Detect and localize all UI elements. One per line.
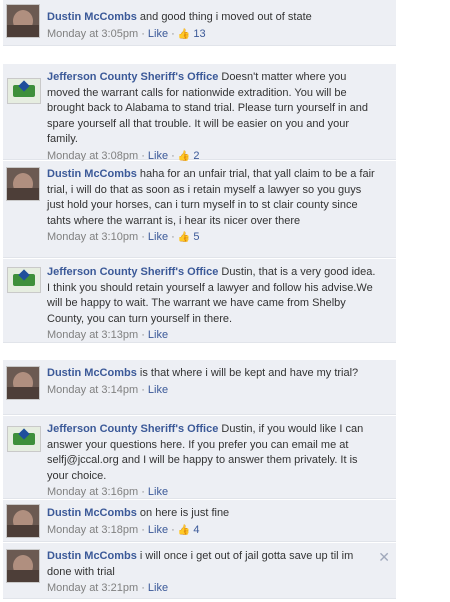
timestamp[interactable]: Monday at 3:13pm <box>47 329 138 341</box>
comment-2: Jefferson County Sheriff's Office Doesn'… <box>3 64 396 162</box>
like-link[interactable]: Like <box>148 150 168 162</box>
avatar[interactable] <box>6 549 40 583</box>
comment-body: Dustin McCombs i will once i get out of … <box>47 549 377 596</box>
avatar[interactable] <box>6 504 40 538</box>
comment-body: Jefferson County Sheriff's Office Doesn'… <box>47 70 377 164</box>
close-icon[interactable]: ✕ <box>378 550 390 564</box>
comment-text: on here is just fine <box>139 507 230 519</box>
comment-author-link[interactable]: Dustin McCombs <box>47 11 137 23</box>
comment-meta: Monday at 3:16pm · Like <box>47 486 169 498</box>
thumbs-up-icon: 👍 <box>177 232 191 243</box>
timestamp[interactable]: Monday at 3:16pm <box>47 486 138 498</box>
timestamp[interactable]: Monday at 3:05pm <box>47 28 138 40</box>
sheriff-logo-avatar[interactable] <box>7 78 41 104</box>
comment-author-link[interactable]: Dustin McCombs <box>47 168 137 180</box>
comment-body: Dustin McCombs is that where i will be k… <box>47 366 377 398</box>
comment-body: Dustin McCombs on here is just fine Mond… <box>47 506 377 538</box>
comment-body: Dustin McCombs haha for an unfair trial,… <box>47 167 377 245</box>
like-link[interactable]: Like <box>148 582 168 594</box>
comment-author-link[interactable]: Jefferson County Sheriff's Office <box>47 71 218 83</box>
comment-author-link[interactable]: Jefferson County Sheriff's Office <box>47 423 218 435</box>
timestamp[interactable]: Monday at 3:10pm <box>47 231 138 243</box>
comment-body: Dustin McCombs and good thing i moved ou… <box>47 10 377 42</box>
comment-body: Jefferson County Sheriff's Office Dustin… <box>47 265 377 343</box>
comment-text: and good thing i moved out of state <box>139 11 312 23</box>
comment-4: Jefferson County Sheriff's Office Dustin… <box>3 259 396 343</box>
comment-meta: Monday at 3:05pm · Like · 👍 13 <box>47 27 206 40</box>
like-link[interactable]: Like <box>148 28 168 40</box>
sheriff-logo-avatar[interactable] <box>7 267 41 293</box>
timestamp[interactable]: Monday at 3:14pm <box>47 384 138 396</box>
thumbs-up-icon: 👍 <box>177 28 191 40</box>
like-link[interactable]: Like <box>148 231 168 243</box>
comment-author-link[interactable]: Jefferson County Sheriff's Office <box>47 266 218 278</box>
comment-6: Jefferson County Sheriff's Office Dustin… <box>3 416 396 499</box>
like-link[interactable]: Like <box>148 524 168 536</box>
thumbs-up-icon: 👍 <box>177 524 191 536</box>
timestamp[interactable]: Monday at 3:21pm <box>47 582 138 594</box>
comment-author-link[interactable]: Dustin McCombs <box>47 367 137 379</box>
like-count[interactable]: 13 <box>193 28 205 40</box>
comment-5: Dustin McCombs is that where i will be k… <box>3 360 396 415</box>
comment-author-link[interactable]: Dustin McCombs <box>47 507 137 519</box>
timestamp[interactable]: Monday at 3:08pm <box>47 150 138 162</box>
avatar[interactable] <box>6 366 40 400</box>
comment-meta: Monday at 3:18pm · Like · 👍 4 <box>47 523 200 536</box>
avatar[interactable] <box>6 167 40 201</box>
comment-meta: Monday at 3:21pm · Like <box>47 582 169 594</box>
like-link[interactable]: Like <box>148 329 168 341</box>
comment-text: is that where i will be kept and have my… <box>139 367 359 379</box>
comment-meta: Monday at 3:10pm · Like · 👍 5 <box>47 231 200 243</box>
comment-8: Dustin McCombs i will once i get out of … <box>3 543 396 599</box>
like-count[interactable]: 4 <box>193 524 199 536</box>
comment-7: Dustin McCombs on here is just fine Mond… <box>3 500 396 542</box>
comment-author-link[interactable]: Dustin McCombs <box>47 550 137 562</box>
comment-1: Dustin McCombs and good thing i moved ou… <box>3 0 396 46</box>
like-link[interactable]: Like <box>148 384 168 396</box>
comment-meta: Monday at 3:14pm · Like <box>47 383 169 396</box>
comment-meta: Monday at 3:13pm · Like <box>47 329 169 341</box>
like-count[interactable]: 5 <box>193 231 199 243</box>
like-link[interactable]: Like <box>148 486 168 498</box>
avatar[interactable] <box>6 4 40 38</box>
comment-3: Dustin McCombs haha for an unfair trial,… <box>3 161 396 258</box>
sheriff-logo-avatar[interactable] <box>7 426 41 452</box>
timestamp[interactable]: Monday at 3:18pm <box>47 524 138 536</box>
like-count[interactable]: 2 <box>193 150 199 162</box>
comment-body: Jefferson County Sheriff's Office Dustin… <box>47 422 377 500</box>
